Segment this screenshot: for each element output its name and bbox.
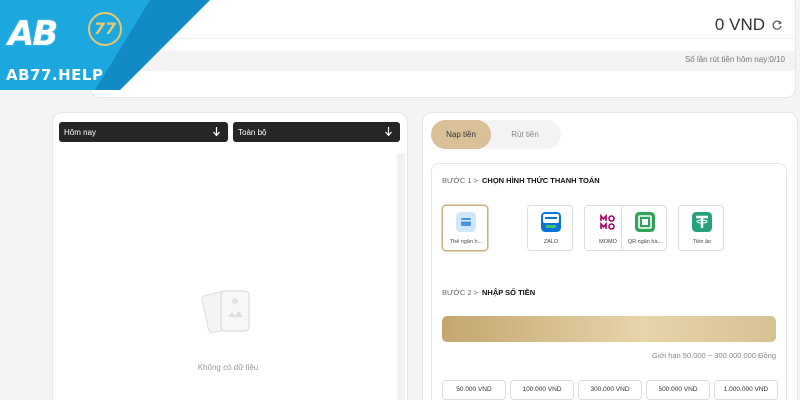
preset-amount-chip[interactable]: 300.000 VND	[578, 380, 642, 400]
step2-number: BƯỚC 2 >	[442, 288, 478, 297]
preset-amount-chip[interactable]: 50.000 VND	[442, 380, 506, 400]
logo-brand-text: AB	[8, 14, 58, 54]
bank-card-icon	[456, 212, 476, 232]
method-bank-card[interactable]: Thẻ ngân h...	[442, 205, 488, 251]
momo-icon	[598, 212, 618, 232]
type-filter-select[interactable]: Toàn bộ	[233, 122, 400, 142]
date-filter-select[interactable]: Hôm nay	[59, 122, 228, 142]
transaction-tabs: Nạp tiền Rút tiền	[431, 120, 561, 149]
history-panel: Hôm nay Toàn bộ Không có dữ liệu	[52, 112, 408, 400]
method-label: ZALO	[543, 239, 559, 245]
arrow-down-icon	[213, 127, 220, 137]
empty-cards-icon	[201, 290, 250, 334]
logo-help-text: AB77.HELP	[6, 66, 104, 84]
logo: AB 77 AB77.HELP	[0, 0, 210, 90]
type-filter-label: Toàn bộ	[238, 128, 267, 137]
tab-withdraw[interactable]: Rút tiền	[495, 120, 555, 149]
arrow-down-icon	[385, 127, 392, 137]
step1-number: BƯỚC 1 >	[442, 176, 478, 185]
step1-title: CHỌN HÌNH THỨC THANH TOÁN	[481, 176, 600, 185]
preset-amount-chip[interactable]: 1.000.000 VND	[714, 380, 778, 400]
preset-amount-chip[interactable]: 100.000 VND	[510, 380, 574, 400]
logo-number-badge: 77	[88, 12, 122, 46]
refresh-icon[interactable]	[771, 19, 783, 31]
method-qr-bank[interactable]: QR ngân hà...	[621, 205, 667, 251]
tab-deposit[interactable]: Nạp tiền	[431, 120, 491, 149]
method-label: QR ngân hà...	[627, 239, 663, 245]
transaction-panel: Nạp tiền Rút tiền BƯỚC 1 > CHỌN HÌNH THỨC…	[422, 112, 798, 400]
step2-title: NHẬP SỐ TIỀN	[481, 288, 536, 297]
balance-value: 0 VND	[714, 15, 765, 34]
zalopay-icon	[541, 212, 561, 232]
empty-state-text: Không có dữ liệu	[197, 363, 259, 372]
deposit-form: BƯỚC 1 > CHỌN HÌNH THỨC THANH TOÁN Thẻ ng…	[431, 163, 787, 400]
step2-heading: BƯỚC 2 > NHẬP SỐ TIỀN	[442, 288, 535, 297]
amount-limit-text: Giới hạn 50.000 ~ 300.000.000 Đồng	[652, 351, 776, 360]
method-zalopay[interactable]: ZALO	[527, 205, 573, 251]
date-filter-label: Hôm nay	[64, 128, 97, 137]
qr-bank-icon	[635, 212, 655, 232]
method-label: Tiền ảo	[692, 239, 712, 245]
withdraw-count-text: Số lần rút tiền hôm nay:0/10	[684, 55, 785, 64]
tether-icon	[692, 212, 712, 232]
history-scrollbar[interactable]	[397, 153, 405, 400]
amount-input[interactable]	[442, 316, 776, 342]
step1-heading: BƯỚC 1 > CHỌN HÌNH THỨC THANH TOÁN	[442, 176, 600, 185]
method-crypto[interactable]: Tiền ảo	[678, 205, 724, 251]
preset-amount-chip[interactable]: 500.000 VND	[646, 380, 710, 400]
method-label: Thẻ ngân h...	[449, 239, 483, 245]
